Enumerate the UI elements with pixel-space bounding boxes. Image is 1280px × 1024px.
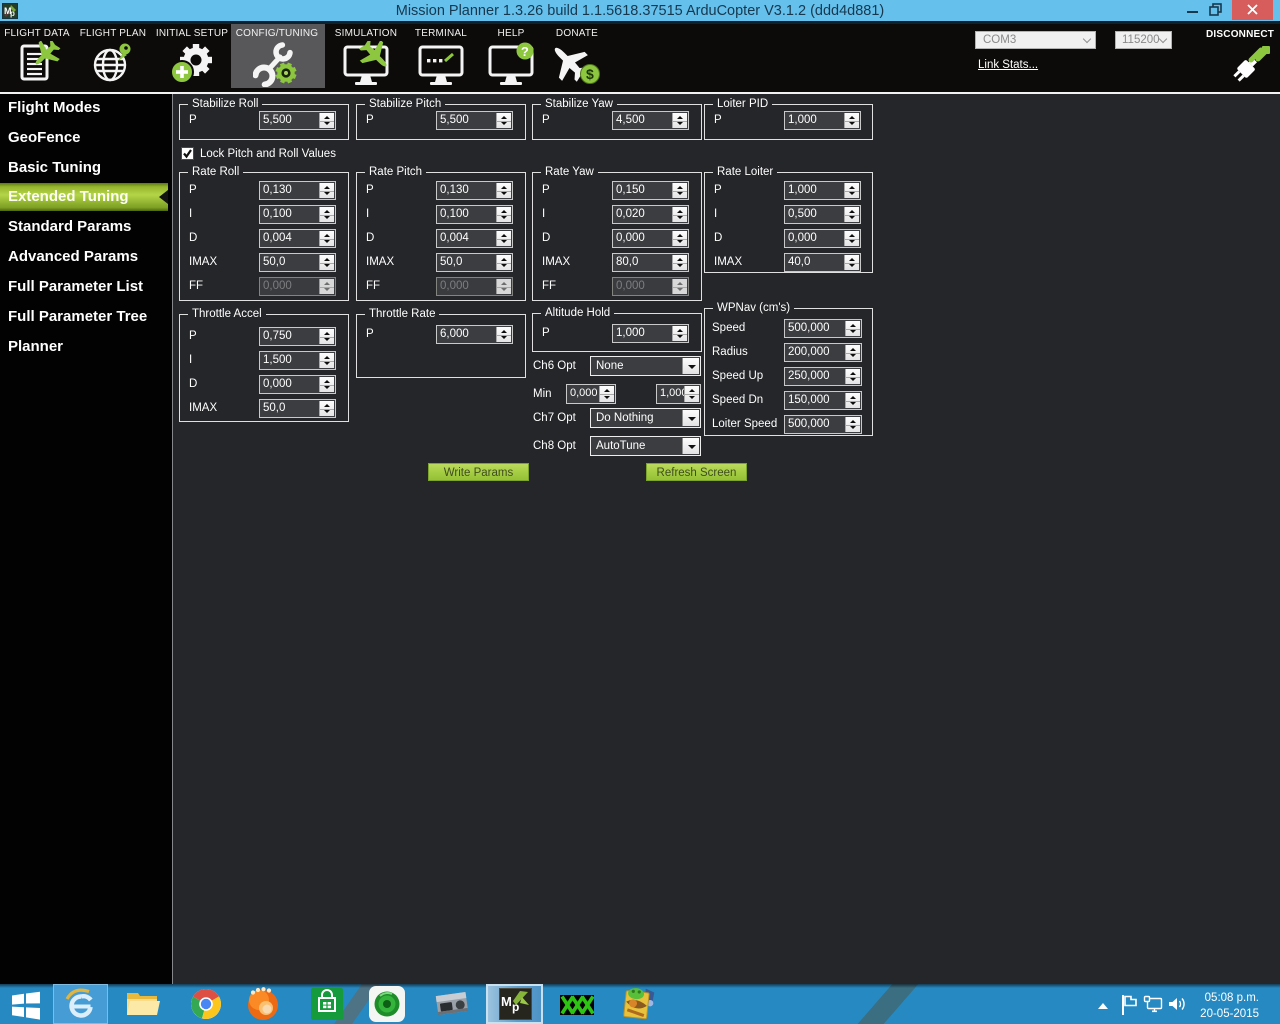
- svg-text:p: p: [512, 1000, 519, 1014]
- svg-text:$: $: [586, 66, 594, 82]
- svg-text:M: M: [501, 994, 512, 1009]
